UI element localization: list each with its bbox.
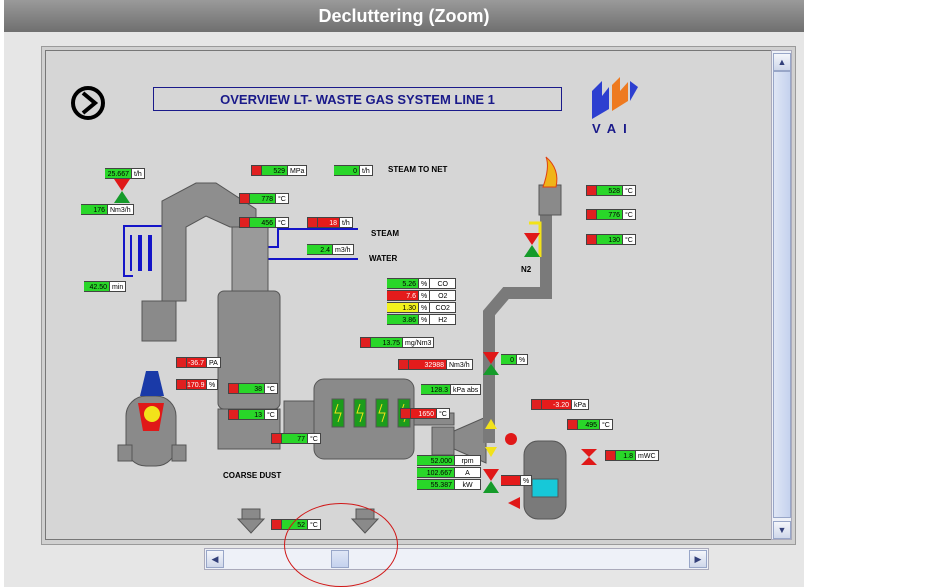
measurement-display[interactable]: 18 t/h <box>307 217 353 228</box>
measurement-display[interactable]: 456 °C <box>239 217 289 228</box>
measurement-display[interactable]: 0 t/h <box>334 165 373 176</box>
measurement-display[interactable]: 529 MPa <box>251 165 308 176</box>
window-title: Decluttering (Zoom) <box>4 0 804 32</box>
measurement-display[interactable]: 38 °C <box>228 383 278 394</box>
measurement-display[interactable]: 176 Nm3/h <box>81 204 134 215</box>
highlight-circle <box>284 503 398 587</box>
scroll-left-icon[interactable]: ◀ <box>206 550 224 568</box>
measurement-display[interactable]: 1650 °C <box>400 408 450 419</box>
n2-label: N2 <box>521 265 532 274</box>
scroll-up-icon[interactable]: ▲ <box>773 53 791 71</box>
measurement-display[interactable]: 13 °C <box>228 409 278 420</box>
measurement-display[interactable]: 1.8 mWC <box>605 450 659 461</box>
process-diagram-canvas[interactable]: OVERVIEW LT- WASTE GAS SYSTEM LINE 1 VAI… <box>45 50 772 540</box>
measurement-display[interactable]: 77 °C <box>271 433 321 444</box>
measurement-display[interactable]: 25.667 t/h <box>105 168 145 179</box>
measurement-display[interactable]: -3.20 kPa <box>531 399 590 410</box>
measurement-display[interactable]: % <box>501 475 533 486</box>
measurement-display[interactable]: 13.75 mg/Nm3 <box>360 337 435 348</box>
horizontal-scrollbar[interactable]: ◀ ▶ <box>204 548 709 570</box>
vai-logo-icon <box>592 77 638 119</box>
measurement-display[interactable]: 128.3 kPa abs <box>421 384 482 395</box>
gas-analysis-row[interactable]: 3.86% H2 <box>387 314 457 325</box>
measurement-display[interactable]: 42.50 min <box>84 281 127 292</box>
measurement-display[interactable]: 55.387 kW <box>417 479 481 490</box>
scroll-right-icon[interactable]: ▶ <box>689 550 707 568</box>
vertical-scrollbar[interactable]: ▲ ▼ <box>771 50 792 540</box>
measurement-display[interactable]: 102.667 A <box>417 467 481 478</box>
measurement-display[interactable]: 495 °C <box>567 419 613 430</box>
measurement-display[interactable]: 2.4 m3/h <box>307 244 354 255</box>
measurement-display[interactable]: 0% <box>501 354 529 365</box>
measurement-display[interactable]: 32988 Nm3/h <box>398 359 473 370</box>
steam-label: STEAM <box>371 229 399 238</box>
diagram-title: OVERVIEW LT- WASTE GAS SYSTEM LINE 1 <box>153 87 562 111</box>
measurement-display[interactable]: -36.7 PA <box>176 357 221 368</box>
measurement-display[interactable]: 170.9% <box>176 379 219 390</box>
vertical-scroll-thumb[interactable] <box>773 71 791 518</box>
measurement-display[interactable]: 130 °C <box>586 234 636 245</box>
measurement-display[interactable]: 778 °C <box>239 193 289 204</box>
gas-analysis-row[interactable]: 5.26% CO <box>387 278 457 289</box>
water-label: WATER <box>369 254 398 263</box>
measurement-display[interactable]: 528 °C <box>586 185 636 196</box>
measurement-display[interactable]: 776 °C <box>586 209 636 220</box>
vai-logo-text: VAI <box>592 121 634 136</box>
scroll-down-icon[interactable]: ▼ <box>773 521 791 539</box>
gas-analysis-row[interactable]: 1.30% CO2 <box>387 302 457 313</box>
gas-analysis-row[interactable]: 7.6% O2 <box>387 290 457 301</box>
coarse-dust-label: COARSE DUST <box>223 471 282 480</box>
company-logo-icon <box>71 86 105 120</box>
steam-to-net-label: STEAM TO NET <box>388 165 448 174</box>
measurement-display[interactable]: 52.000 rpm <box>417 455 481 466</box>
